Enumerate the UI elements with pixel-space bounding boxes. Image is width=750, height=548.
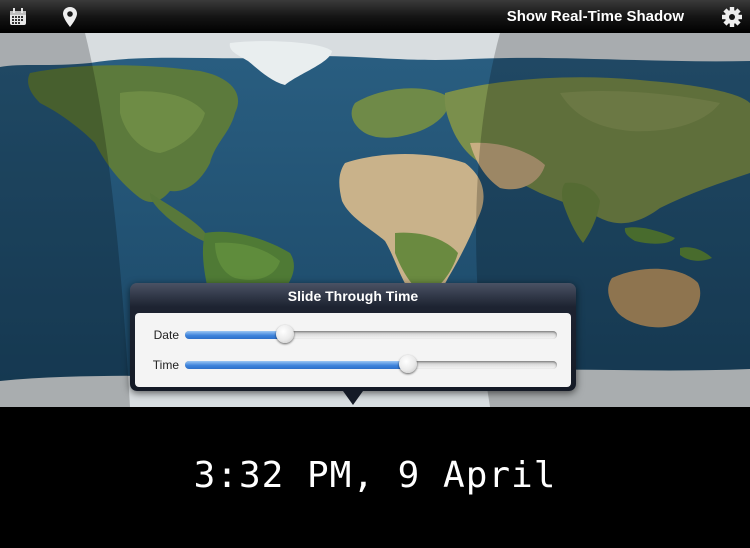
show-real-time-shadow-button[interactable]: Show Real-Time Shadow: [507, 0, 684, 33]
time-slider-row: Time: [135, 350, 571, 380]
time-slider-thumb[interactable]: [399, 355, 418, 373]
time-slider[interactable]: [185, 355, 557, 373]
map-pin-icon[interactable]: [58, 0, 82, 33]
date-slider[interactable]: [185, 325, 557, 343]
top-toolbar: Show Real-Time Shadow: [0, 0, 750, 34]
time-slider-fill: [185, 361, 409, 369]
gear-icon[interactable]: [719, 0, 745, 33]
date-label: Date: [153, 328, 179, 342]
calendar-icon[interactable]: [5, 0, 31, 33]
popover-title: Slide Through Time: [287, 288, 419, 304]
time-display: 3:32 PM, 9 April: [193, 455, 557, 496]
slide-through-time-popover: Slide Through Time Date Time: [130, 283, 576, 391]
popover-pointer: [343, 391, 363, 405]
popover-body: Date Time: [135, 313, 571, 387]
date-slider-thumb[interactable]: [276, 325, 295, 343]
time-label: Time: [152, 358, 179, 372]
date-slider-fill: [185, 331, 286, 339]
date-slider-row: Date: [135, 320, 571, 350]
